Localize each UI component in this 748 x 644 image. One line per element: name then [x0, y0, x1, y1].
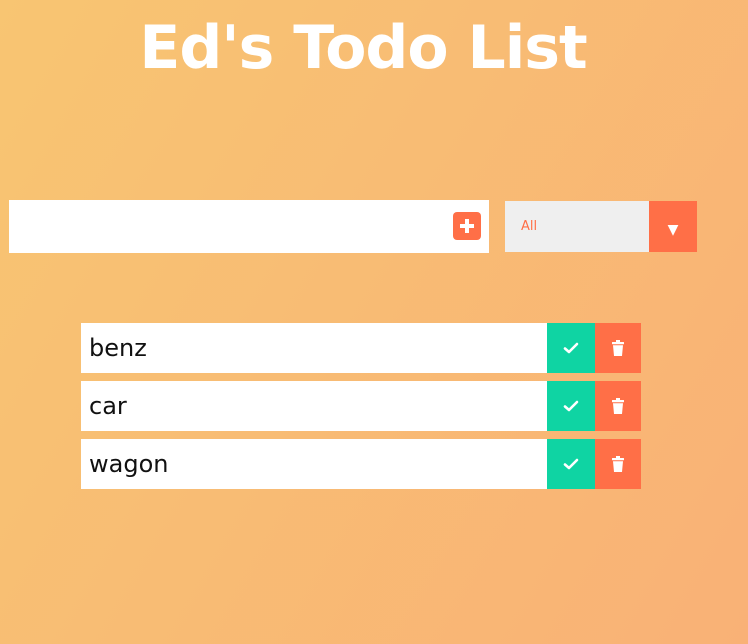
todo-text: car	[89, 392, 127, 420]
trash-icon	[612, 340, 624, 356]
trash-icon	[612, 398, 624, 414]
delete-button[interactable]	[595, 381, 641, 431]
todo-input[interactable]	[9, 200, 439, 253]
page-title: Ed's Todo List	[139, 13, 587, 83]
check-icon	[563, 342, 579, 354]
caret-down-icon: ▼	[667, 221, 679, 238]
todo-input-container	[9, 200, 489, 253]
complete-button[interactable]	[547, 439, 595, 489]
plus-icon	[460, 219, 474, 233]
todo-item: car	[81, 381, 641, 431]
filter-selected-value: All	[521, 219, 538, 234]
todo-item: wagon	[81, 439, 641, 489]
complete-button[interactable]	[547, 381, 595, 431]
filter-dropdown-button[interactable]: ▼	[649, 201, 697, 252]
todo-text: wagon	[89, 450, 169, 478]
check-icon	[563, 400, 579, 412]
delete-button[interactable]	[595, 439, 641, 489]
check-icon	[563, 458, 579, 470]
todo-list: benz car wagon	[81, 323, 641, 497]
complete-button[interactable]	[547, 323, 595, 373]
filter-select[interactable]: All ▼	[505, 201, 697, 252]
todo-text: benz	[89, 334, 147, 362]
add-todo-button[interactable]	[453, 212, 481, 240]
trash-icon	[612, 456, 624, 472]
delete-button[interactable]	[595, 323, 641, 373]
todo-item: benz	[81, 323, 641, 373]
